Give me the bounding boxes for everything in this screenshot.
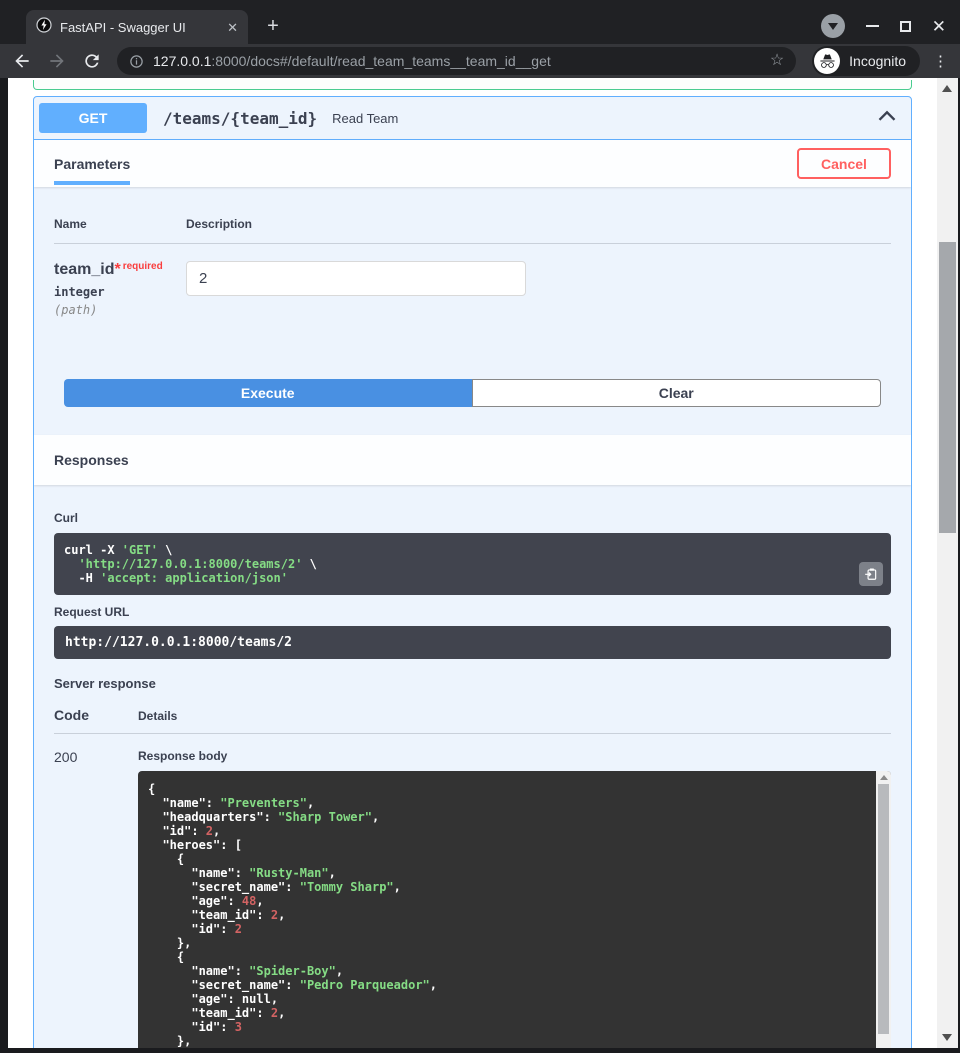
details-column-header: Details: [138, 709, 177, 723]
tab-parameters[interactable]: Parameters: [54, 156, 130, 185]
browser-tab[interactable]: FastAPI - Swagger UI ✕: [26, 10, 248, 44]
tab-close-icon[interactable]: ✕: [227, 21, 238, 34]
favicon-fastapi-icon: [36, 17, 52, 38]
responses-header: Responses: [34, 435, 911, 485]
endpoint-summary: Read Team: [332, 111, 398, 126]
tab-title: FastAPI - Swagger UI: [60, 20, 219, 35]
opblock-get-teams: GET /teams/{team_id} Read Team Parameter…: [33, 96, 912, 1048]
column-header-description: Description: [186, 217, 252, 231]
scroll-up-arrow-icon[interactable]: [880, 775, 888, 780]
page-scroll-up-icon[interactable]: [942, 85, 952, 92]
response-scrollbar-thumb[interactable]: [878, 784, 889, 1034]
clear-button[interactable]: Clear: [472, 379, 882, 407]
parameters-header: Parameters Cancel: [34, 140, 911, 187]
url-text[interactable]: 127.0.0.1:8000/docs#/default/read_team_t…: [153, 53, 551, 69]
collapse-chevron-up-icon[interactable]: [877, 106, 897, 131]
server-response-table: Code Details 200 Response body { "name":…: [54, 707, 891, 1048]
curl-command-block: curl -X 'GET' \ 'http://127.0.0.1:8000/t…: [54, 533, 891, 595]
response-body-label: Response body: [138, 749, 891, 763]
page-scrollbar[interactable]: [937, 78, 958, 1048]
url-bar[interactable]: 127.0.0.1:8000/docs#/default/read_team_t…: [117, 47, 796, 75]
response-body-block: { "name": "Preventers", "headquarters": …: [138, 771, 891, 1048]
response-row-200: 200 Response body { "name": "Preventers"…: [54, 734, 891, 1048]
execute-button[interactable]: Execute: [64, 379, 472, 407]
parameter-location: (path): [54, 303, 186, 317]
responses-body: Curl curl -X 'GET' \ 'http://127.0.0.1:8…: [34, 485, 911, 1048]
server-response-label: Server response: [54, 676, 891, 691]
column-header-name: Name: [54, 217, 186, 231]
new-tab-button[interactable]: +: [262, 16, 284, 38]
browser-toolbar: 127.0.0.1:8000/docs#/default/read_team_t…: [0, 44, 960, 78]
page-scroll-down-icon[interactable]: [942, 1034, 952, 1041]
window-close-button[interactable]: ✕: [932, 18, 946, 35]
window-minimize-button[interactable]: [866, 25, 879, 27]
copy-to-clipboard-button[interactable]: [859, 562, 883, 586]
curl-label: Curl: [54, 511, 891, 525]
incognito-icon: [814, 48, 840, 74]
opblock-summary[interactable]: GET /teams/{team_id} Read Team: [34, 97, 911, 140]
page-scrollbar-thumb[interactable]: [939, 242, 956, 533]
bookmark-star-icon[interactable]: ☆: [770, 53, 784, 69]
browser-titlebar: FastAPI - Swagger UI ✕ + ✕: [0, 0, 960, 44]
response-body-scrollbar[interactable]: [876, 771, 891, 1048]
request-url-label: Request URL: [54, 605, 891, 619]
url-host: 127.0.0.1: [153, 53, 211, 69]
endpoint-path: /teams/{team_id}: [163, 109, 317, 128]
parameters-body: Name Description team_id*required intege…: [34, 187, 911, 407]
window-maximize-button[interactable]: [900, 21, 911, 32]
method-badge: GET: [39, 103, 147, 133]
post-opblock-bottom-fragment: [33, 80, 912, 90]
response-body-json: { "name": "Preventers", "headquarters": …: [148, 782, 865, 1048]
page-content: GET /teams/{team_id} Read Team Parameter…: [8, 78, 937, 1048]
status-code: 200: [54, 749, 138, 1048]
arrow-down-icon: [828, 23, 838, 30]
parameter-type: integer: [54, 285, 186, 299]
request-url-value: http://127.0.0.1:8000/teams/2: [54, 626, 891, 659]
page-info-icon[interactable]: [129, 54, 144, 69]
team-id-input[interactable]: [186, 261, 526, 296]
responses-heading: Responses: [54, 452, 129, 468]
parameter-row: team_id*required integer (path): [54, 244, 891, 317]
url-path: :8000/docs#/default/read_team_teams__tea…: [211, 53, 550, 69]
reload-icon[interactable]: [82, 51, 102, 71]
back-icon[interactable]: [12, 51, 32, 71]
code-column-header: Code: [54, 707, 138, 723]
incognito-label: Incognito: [849, 53, 906, 69]
cancel-button[interactable]: Cancel: [797, 148, 891, 179]
required-label: required: [123, 261, 163, 272]
parameter-name: team_id*required: [54, 261, 186, 279]
browser-menu-icon[interactable]: ⋮: [933, 52, 948, 70]
required-asterisk: *: [114, 261, 120, 278]
incognito-badge: Incognito: [812, 46, 920, 76]
browser-update-icon[interactable]: [821, 14, 845, 38]
forward-icon[interactable]: [47, 51, 67, 71]
